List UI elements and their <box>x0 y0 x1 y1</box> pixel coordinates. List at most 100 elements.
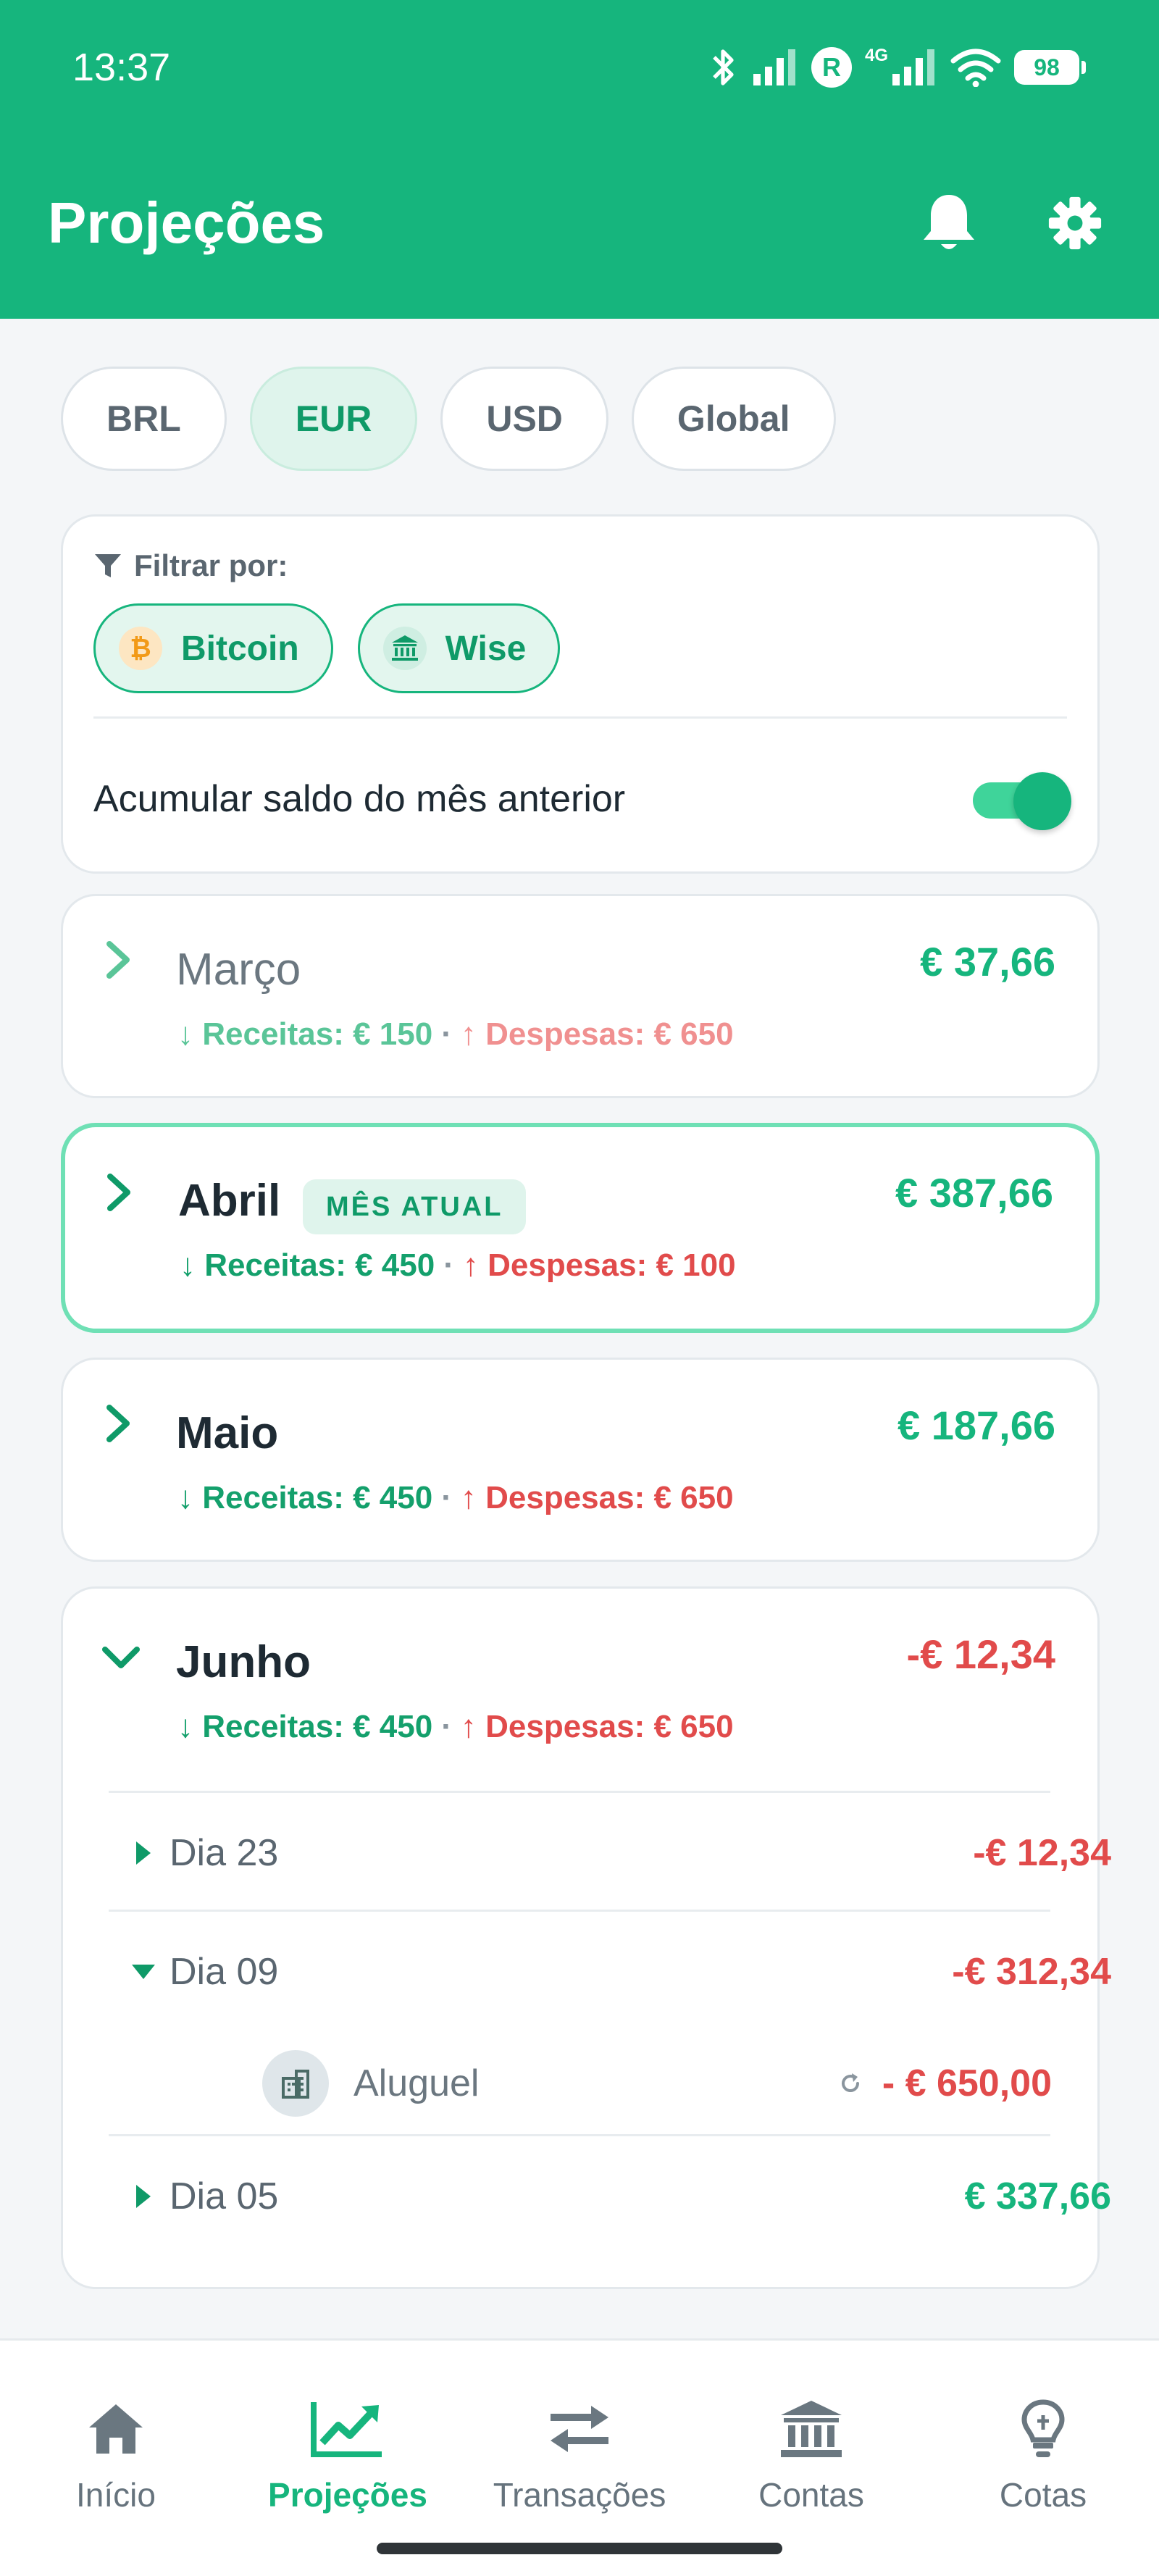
nav-label: Projeções <box>268 2476 427 2514</box>
divider <box>93 716 1067 719</box>
nav-projecoes[interactable]: Projeções <box>232 2393 464 2530</box>
day-label: Dia 23 <box>170 1832 279 1874</box>
current-month-badge: MÊS ATUAL <box>303 1179 527 1234</box>
day-row-23[interactable]: Dia 23 -€ 12,34 <box>48 1794 1111 1912</box>
divider <box>109 1910 1050 1912</box>
income-summary: ↓ Receitas: € 150 <box>177 1016 433 1052</box>
month-total: -€ 12,34 <box>906 1631 1056 1677</box>
nav-label: Início <box>76 2476 156 2514</box>
day-row-09[interactable]: Dia 09 -€ 312,34 <box>48 1912 1111 2031</box>
caret-right-icon <box>136 1841 151 1865</box>
month-total: € 37,66 <box>920 939 1055 984</box>
bitcoin-icon: ₿ <box>119 627 162 670</box>
bottom-nav: Início Projeções Transações Contas Cotas <box>0 2338 1159 2576</box>
day-label: Dia 05 <box>170 2175 279 2217</box>
transaction-value: - € 650,00 <box>882 2062 1052 2104</box>
filter-label: Filtrar por: <box>134 548 288 582</box>
wifi-icon <box>950 49 1001 87</box>
transfer-icon <box>545 2393 614 2465</box>
roaming-badge: R <box>811 47 852 88</box>
bank-icon <box>778 2393 845 2465</box>
tab-eur[interactable]: EUR <box>249 367 418 471</box>
bluetooth-icon <box>713 49 734 85</box>
filter-icon <box>95 554 121 577</box>
bell-icon <box>924 195 974 249</box>
transaction-row[interactable]: Aluguel - € 650,00 <box>262 2040 1052 2127</box>
currency-tabs: BRL EUR USD Global <box>61 367 836 471</box>
nav-label: Contas <box>758 2476 864 2514</box>
month-summary: ↓ Receitas: € 450 · ↑ Despesas: € 100 <box>180 1247 736 1284</box>
nav-contas[interactable]: Contas <box>695 2393 927 2530</box>
summary-separator: · <box>441 1709 452 1744</box>
month-summary: ↓ Receitas: € 150 · ↑ Despesas: € 650 <box>177 1016 734 1053</box>
expense-summary: ↑ Despesas: € 650 <box>460 1709 734 1744</box>
tab-brl[interactable]: BRL <box>61 367 227 471</box>
transaction-amount-group: - € 650,00 <box>837 2062 1052 2105</box>
summary-separator: · <box>441 1480 452 1515</box>
tab-global[interactable]: Global <box>631 367 836 471</box>
accumulate-label: Acumular saldo do mês anterior <box>93 778 626 820</box>
bank-icon <box>382 627 427 670</box>
toggle-knob <box>1013 772 1071 830</box>
signal-icon <box>753 49 795 85</box>
lightbulb-icon <box>1020 2393 1066 2465</box>
filter-chip-label: Wise <box>445 629 527 668</box>
day-label: Dia 09 <box>170 1951 279 1993</box>
nav-cotas[interactable]: Cotas <box>927 2393 1159 2530</box>
status-icons: R 4G 98 <box>710 42 1086 93</box>
notifications-button[interactable] <box>913 187 985 259</box>
expense-summary: ↑ Despesas: € 650 <box>460 1480 734 1515</box>
app-bar: 13:37 R 4G 98 Projeções <box>0 0 1159 319</box>
month-card-marco[interactable]: Março € 37,66 ↓ Receitas: € 150 · ↑ Desp… <box>61 894 1100 1098</box>
recurring-icon <box>841 2073 859 2092</box>
month-name: Março <box>176 945 301 995</box>
status-bar: 13:37 R 4G 98 <box>0 0 1159 138</box>
filter-chip-wise[interactable]: Wise <box>357 603 561 693</box>
caret-down-icon <box>132 1965 155 1979</box>
month-card-abril[interactable]: Abril MÊS ATUAL € 387,66 ↓ Receitas: € 4… <box>61 1123 1100 1333</box>
filter-chip-bitcoin[interactable]: ₿ Bitcoin <box>93 603 333 693</box>
nav-inicio[interactable]: Início <box>0 2393 232 2530</box>
chevron-right-icon <box>106 1405 130 1442</box>
network-type: 4G <box>864 46 888 65</box>
month-summary: ↓ Receitas: € 450 · ↑ Despesas: € 650 <box>177 1480 734 1516</box>
page-title: Projeções <box>48 191 325 255</box>
chevron-right-icon <box>107 1174 130 1211</box>
summary-separator: · <box>443 1247 454 1283</box>
tab-usd[interactable]: USD <box>440 367 608 471</box>
month-name: Junho <box>176 1637 311 1687</box>
month-summary: ↓ Receitas: € 450 · ↑ Despesas: € 650 <box>177 1709 734 1745</box>
month-total: € 187,66 <box>898 1402 1055 1448</box>
chart-line-icon <box>309 2393 386 2465</box>
month-name: Maio <box>176 1408 279 1458</box>
transaction-name: Aluguel <box>353 2062 480 2104</box>
day-value: -€ 12,34 <box>973 1832 1111 1874</box>
expense-summary: ↑ Despesas: € 100 <box>462 1247 736 1283</box>
filter-chip-label: Bitcoin <box>181 629 299 668</box>
month-total: € 387,66 <box>895 1170 1053 1216</box>
filter-chips: ₿ Bitcoin Wise <box>93 603 561 693</box>
signal-icon-2 <box>892 49 934 85</box>
filter-label-row: Filtrar por: <box>93 548 288 583</box>
status-time: 13:37 <box>72 46 171 89</box>
chevron-right-icon <box>106 941 130 979</box>
home-icon <box>85 2393 147 2465</box>
expense-summary: ↑ Despesas: € 650 <box>460 1016 734 1052</box>
settings-button[interactable] <box>1039 187 1111 259</box>
day-row-05[interactable]: Dia 05 € 337,66 <box>48 2137 1111 2256</box>
chevron-down-icon <box>102 1647 140 1668</box>
battery-indicator: 98 <box>1014 50 1086 85</box>
divider <box>109 2134 1050 2136</box>
nav-label: Cotas <box>999 2476 1087 2514</box>
accumulate-row: Acumular saldo do mês anterior <box>93 727 1071 871</box>
home-indicator <box>377 2543 782 2554</box>
caret-right-icon <box>136 2185 151 2208</box>
income-summary: ↓ Receitas: € 450 <box>177 1709 433 1744</box>
income-summary: ↓ Receitas: € 450 <box>180 1247 435 1283</box>
gear-icon <box>1048 196 1102 250</box>
nav-label: Transações <box>493 2476 666 2514</box>
nav-transacoes[interactable]: Transações <box>464 2393 695 2530</box>
divider <box>109 1791 1050 1793</box>
accumulate-toggle[interactable] <box>973 772 1071 830</box>
month-card-maio[interactable]: Maio € 187,66 ↓ Receitas: € 450 · ↑ Desp… <box>61 1358 1100 1562</box>
